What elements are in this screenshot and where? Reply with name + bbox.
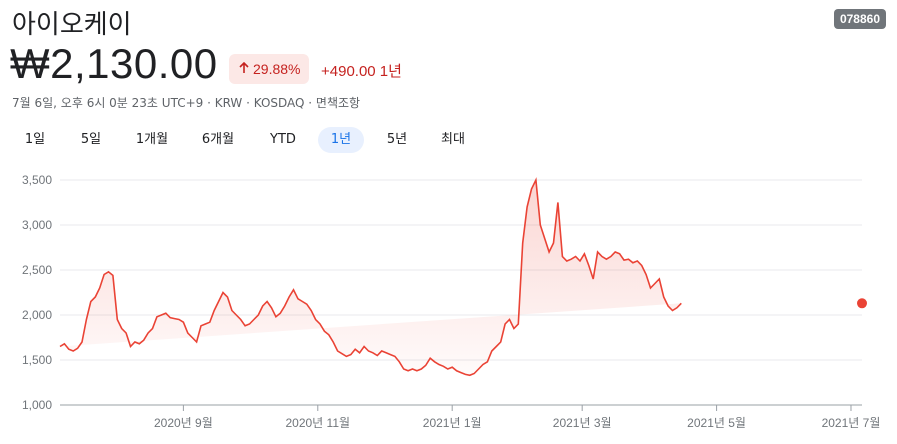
change-percent-badge: 29.88% xyxy=(229,54,310,84)
tab-1m[interactable]: 1개월 xyxy=(126,127,178,153)
y-tick-label: 3,500 xyxy=(22,173,52,187)
x-tick-label: 2021년 1월 xyxy=(423,416,482,430)
tab-5y[interactable]: 5년 xyxy=(374,127,420,153)
tab-ytd[interactable]: YTD xyxy=(260,127,306,153)
company-name: 아이오케이 xyxy=(12,10,132,40)
x-tick-label: 2020년 9월 xyxy=(154,416,213,430)
y-tick-label: 3,000 xyxy=(22,218,52,232)
tab-1d[interactable]: 1일 xyxy=(12,127,58,153)
tab-5d[interactable]: 5일 xyxy=(68,127,114,153)
change-absolute: +490.00 1년 xyxy=(321,63,402,80)
change-percent: 29.88% xyxy=(253,61,301,77)
current-price: ₩2,130.00 xyxy=(10,40,218,87)
x-tick-label: 2021년 7월 xyxy=(822,416,881,430)
x-tick-label: 2021년 3월 xyxy=(553,416,612,430)
price-area-fill xyxy=(60,180,682,376)
quote-meta: 7월 6일, 오후 6시 0분 23초 UTC+9 · KRW · KOSDAQ… xyxy=(12,96,361,110)
y-tick-label: 2,000 xyxy=(22,308,52,322)
last-price-dot xyxy=(857,298,867,309)
x-tick-label: 2021년 5월 xyxy=(687,416,746,430)
price-chart[interactable]: 3,500 3,000 2,500 2,000 1,500 1,000 2020년 9월 2… xyxy=(0,165,897,444)
tab-6m[interactable]: 6개월 xyxy=(192,127,244,153)
x-tick-label: 2020년 11월 xyxy=(285,416,350,430)
y-tick-label: 1,000 xyxy=(22,398,52,412)
tab-max[interactable]: 최대 xyxy=(430,127,476,153)
arrow-up-icon xyxy=(238,61,250,77)
ticker-badge: 078860 xyxy=(833,9,886,29)
y-tick-label: 2,500 xyxy=(22,263,52,277)
tab-1y[interactable]: 1년 xyxy=(318,127,364,153)
y-tick-label: 1,500 xyxy=(22,353,52,367)
